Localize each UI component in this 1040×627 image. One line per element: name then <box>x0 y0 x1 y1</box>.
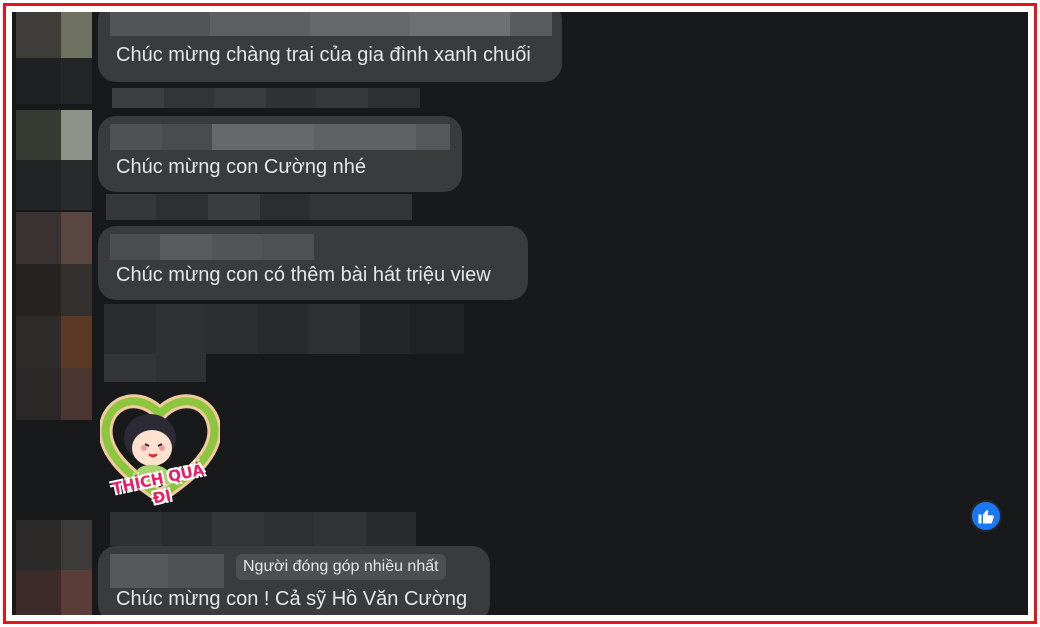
comment-bubble: Chúc mừng con Cường nhé <box>98 116 462 192</box>
screenshot-frame: Chúc mừng chàng trai của gia đình xanh c… <box>3 3 1037 624</box>
commenter-name-redacted[interactable] <box>110 124 450 150</box>
comment-bubble: Chúc mừng con có thêm bài hát triệu view <box>98 226 528 300</box>
comment-actions-redacted <box>110 512 416 546</box>
comment-actions-redacted <box>112 88 420 108</box>
comment-feed: Chúc mừng chàng trai của gia đình xanh c… <box>12 12 1028 615</box>
avatar[interactable] <box>16 520 92 615</box>
comment-bubble: Người đóng góp nhiều nhất Chúc mừng con … <box>98 546 490 615</box>
avatar[interactable] <box>16 12 92 104</box>
comment-text: Chúc mừng con có thêm bài hát triệu view <box>116 264 491 286</box>
comment-actions-redacted <box>106 194 412 220</box>
avatar[interactable] <box>16 110 92 210</box>
avatar[interactable] <box>16 212 92 316</box>
avatar[interactable] <box>16 316 92 420</box>
commenter-name-redacted[interactable] <box>110 12 552 36</box>
comment-text: Chúc mừng con Cường nhé <box>116 156 367 178</box>
redacted-block <box>104 304 464 384</box>
comment-text: Chúc mừng con ! Cả sỹ Hồ Văn Cường <box>116 588 468 610</box>
commenter-name-redacted[interactable] <box>110 234 314 260</box>
top-fan-badge: Người đóng góp nhiều nhất <box>236 554 446 580</box>
like-icon[interactable] <box>970 500 1002 532</box>
commenter-name-redacted[interactable] <box>110 554 224 588</box>
comment-text: Chúc mừng chàng trai của gia đình xanh c… <box>116 44 531 66</box>
thich-qua-di-sticker[interactable]: THÍCH QUÁ ĐI <box>98 388 222 508</box>
comment-bubble: Chúc mừng chàng trai của gia đình xanh c… <box>98 12 562 82</box>
